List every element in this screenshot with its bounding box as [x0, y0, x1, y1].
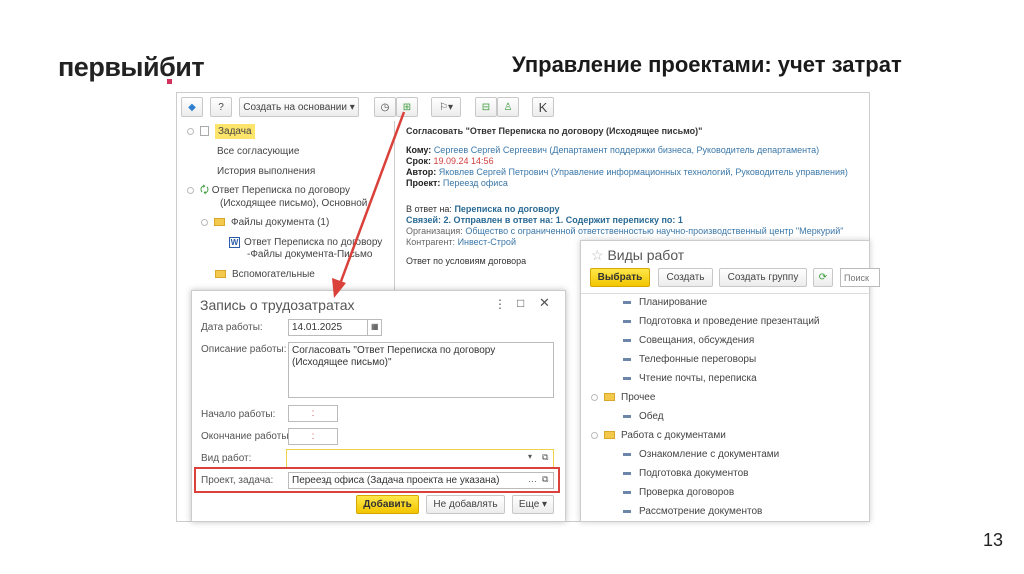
arrow-annotation [332, 111, 406, 298]
arrow-head [332, 278, 346, 298]
arrow-line [338, 111, 406, 285]
